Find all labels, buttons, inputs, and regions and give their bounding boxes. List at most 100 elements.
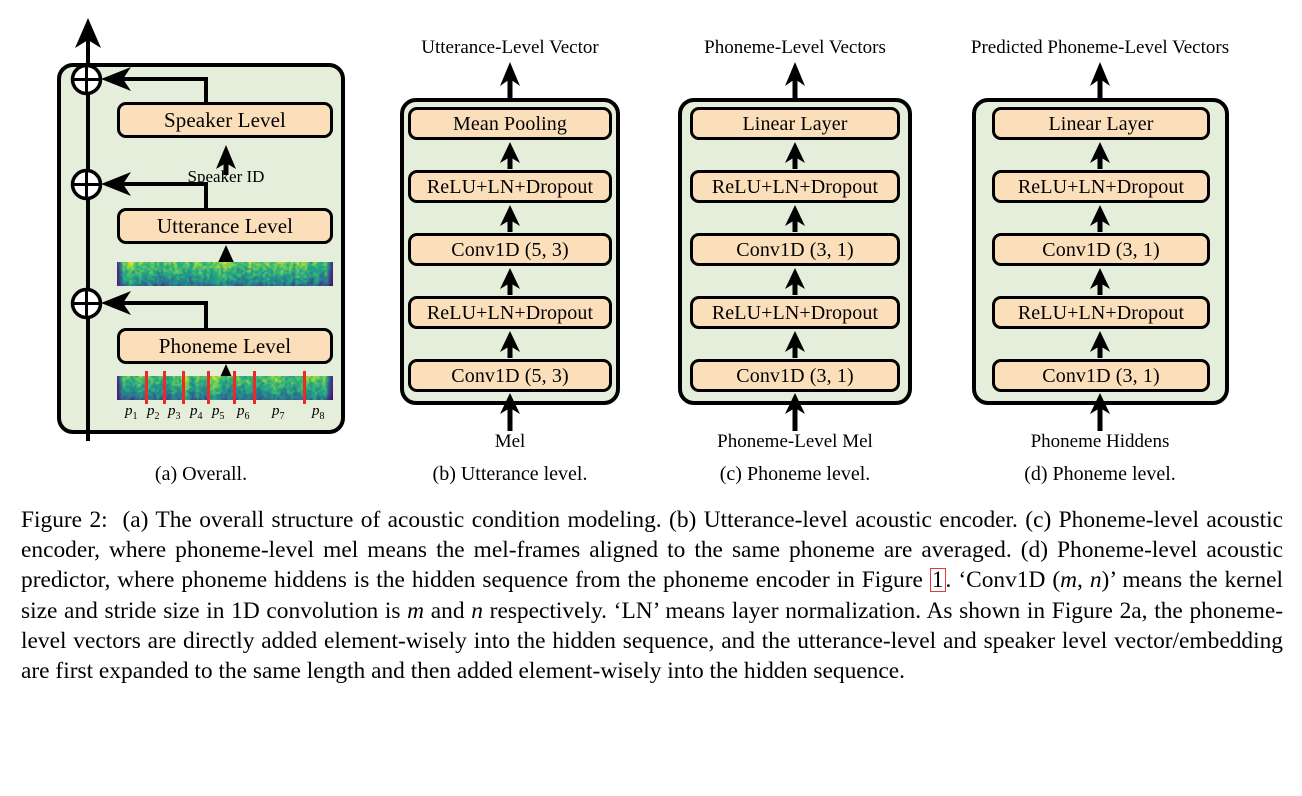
panel-b-output-arrow (500, 62, 520, 102)
block-label: Utterance Level (156, 213, 294, 238)
mel-spectrogram-phoneme (117, 376, 333, 400)
phoneme-boundary (182, 371, 185, 404)
hidden-sequence-out-arrow (75, 18, 101, 48)
panel-d-input-arrow (1090, 393, 1110, 431)
panel-b-input-arrow (500, 393, 520, 431)
block-utterance-level[interactable]: Utterance Level (117, 208, 333, 244)
block-b-relu-ln-dropout-1[interactable]: ReLU+LN+Dropout (408, 296, 612, 329)
panel-b-bottom-label: Mel (494, 431, 526, 452)
block-label: ReLU+LN+Dropout (1017, 175, 1185, 198)
panel-c-output-arrow (785, 62, 805, 102)
mel-spectrogram-utterance (117, 262, 333, 286)
block-label: ReLU+LN+Dropout (1017, 301, 1185, 324)
block-d-conv1d-2[interactable]: Conv1D (3, 1) (992, 233, 1210, 266)
figure-caption: Figure 2: (a) The overall structure of a… (21, 505, 1283, 686)
block-d-relu-ln-dropout-1[interactable]: ReLU+LN+Dropout (992, 296, 1210, 329)
panel-d-arrow-1 (1090, 331, 1110, 358)
phoneme-label-2: p2 (147, 403, 160, 422)
utterance-feedback-arrowhead (101, 172, 131, 196)
block-label: Conv1D (5, 3) (451, 364, 569, 387)
panel-b-arrow-4 (500, 142, 520, 169)
block-b-conv1d-1[interactable]: Conv1D (5, 3) (408, 359, 612, 392)
block-c-relu-ln-dropout-1[interactable]: ReLU+LN+Dropout (690, 296, 900, 329)
phoneme-boundary (233, 371, 236, 404)
figure-root: Speaker Level Speaker ID Utterance Level… (0, 0, 1302, 796)
panel-d-arrow-2 (1090, 268, 1110, 295)
block-label: Conv1D (3, 1) (1042, 364, 1160, 387)
block-b-relu-ln-dropout-2[interactable]: ReLU+LN+Dropout (408, 170, 612, 203)
phoneme-feedback-riser (204, 301, 208, 328)
caption-text-part-2: . ‘Conv1D ( (945, 567, 1061, 594)
phoneme-index: 3 (175, 411, 181, 422)
panel-d-arrow-4 (1090, 142, 1110, 169)
subcaption-a: (a) Overall. (154, 463, 248, 485)
block-label: Linear Layer (742, 112, 848, 135)
phoneme-index: 5 (219, 411, 225, 422)
math-var-n-2: n (471, 597, 483, 624)
math-var-m-2: m (407, 597, 425, 624)
panel-d-bottom-label: Phoneme Hiddens (1030, 431, 1170, 452)
block-label: Conv1D (5, 3) (451, 238, 569, 261)
block-label: Conv1D (3, 1) (1042, 238, 1160, 261)
subcaption-d: (d) Phoneme level. (1024, 463, 1176, 485)
block-c-linear-layer[interactable]: Linear Layer (690, 107, 900, 140)
subcaption-b: (b) Utterance level. (432, 463, 588, 485)
block-label: Speaker Level (164, 107, 286, 132)
phoneme-boundary (207, 371, 210, 404)
block-label: ReLU+LN+Dropout (426, 301, 594, 324)
phoneme-label-5: p5 (212, 403, 225, 422)
block-c-conv1d-1[interactable]: Conv1D (3, 1) (690, 359, 900, 392)
figure-1-reference-link[interactable]: 1 (929, 568, 946, 593)
subcaption-c: (c) Phoneme level. (719, 463, 871, 485)
block-d-conv1d-1[interactable]: Conv1D (3, 1) (992, 359, 1210, 392)
panel-c-top-label: Phoneme-Level Vectors (704, 37, 886, 58)
panel-d-output-arrow (1090, 62, 1110, 102)
block-d-linear-layer[interactable]: Linear Layer (992, 107, 1210, 140)
speaker-feedback-arrowhead (101, 67, 131, 91)
phoneme-index: 6 (244, 411, 250, 422)
panel-d-arrow-3 (1090, 205, 1110, 232)
phoneme-feedback-arrowhead (101, 291, 131, 315)
panel-d-top-label: Predicted Phoneme-Level Vectors (970, 37, 1230, 58)
add-node-utterance (70, 168, 103, 201)
phoneme-index: 8 (319, 411, 325, 422)
add-node-speaker (70, 63, 103, 96)
phoneme-label-3: p3 (168, 403, 181, 422)
figure-caption-label: Figure 2: (21, 507, 108, 533)
block-label: Phoneme Level (158, 333, 292, 358)
block-label: Conv1D (3, 1) (736, 238, 854, 261)
block-label: Linear Layer (1048, 112, 1154, 135)
phoneme-label-7: p7 (272, 403, 285, 422)
block-b-conv1d-2[interactable]: Conv1D (5, 3) (408, 233, 612, 266)
phoneme-label-8: p8 (312, 403, 325, 422)
block-label: ReLU+LN+Dropout (711, 175, 879, 198)
add-node-phoneme (70, 287, 103, 320)
phoneme-label-4: p4 (190, 403, 203, 422)
panel-b-top-label: Utterance-Level Vector (421, 37, 599, 58)
math-var-n: n (1089, 567, 1102, 594)
block-c-relu-ln-dropout-2[interactable]: ReLU+LN+Dropout (690, 170, 900, 203)
block-label: Conv1D (3, 1) (736, 364, 854, 387)
block-phoneme-level[interactable]: Phoneme Level (117, 328, 333, 364)
panel-c-arrow-2 (785, 268, 805, 295)
phoneme-index: 1 (132, 411, 138, 422)
panel-c-arrow-4 (785, 142, 805, 169)
phoneme-index: 4 (197, 411, 203, 422)
phoneme-boundary (253, 371, 256, 404)
block-speaker-level[interactable]: Speaker Level (117, 102, 333, 138)
phoneme-boundary (163, 371, 166, 404)
hidden-sequence-line (86, 36, 90, 441)
caption-text-part-5: and (424, 597, 472, 624)
block-label: ReLU+LN+Dropout (711, 301, 879, 324)
panel-c-bottom-label: Phoneme-Level Mel (717, 431, 873, 452)
caption-text-part-3: , (1077, 567, 1090, 594)
phoneme-label-6: p6 (237, 403, 250, 422)
block-label: ReLU+LN+Dropout (426, 175, 594, 198)
phoneme-boundary (145, 371, 148, 404)
phoneme-boundary (303, 371, 306, 404)
block-c-conv1d-2[interactable]: Conv1D (3, 1) (690, 233, 900, 266)
phoneme-index: 2 (154, 411, 160, 422)
block-d-relu-ln-dropout-2[interactable]: ReLU+LN+Dropout (992, 170, 1210, 203)
panel-b-arrow-3 (500, 205, 520, 232)
block-b-mean-pooling[interactable]: Mean Pooling (408, 107, 612, 140)
